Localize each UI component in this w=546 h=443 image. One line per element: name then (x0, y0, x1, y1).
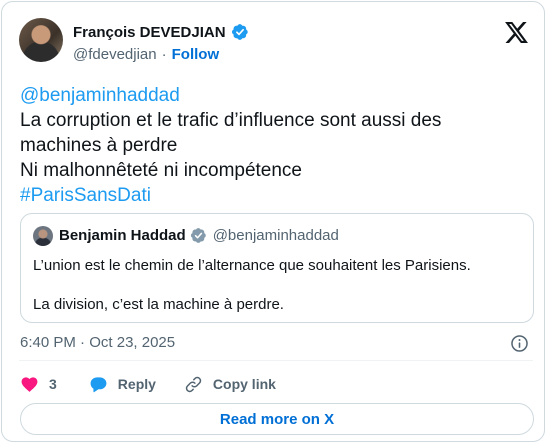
heart-icon (21, 376, 38, 392)
like-count: 3 (49, 376, 57, 392)
verified-badge-icon (190, 228, 206, 243)
copy-link-button[interactable]: Copy link (184, 375, 276, 394)
reply-label: Reply (117, 376, 156, 392)
tweet-date: Oct 23, 2025 (89, 334, 176, 351)
quoted-author-handle: @benjaminhaddad (212, 227, 339, 244)
tweet-text: @benjaminhaddad La corruption et le traf… (20, 83, 530, 208)
follow-button[interactable]: Follow (172, 46, 220, 63)
tweet-time: 6:40 PM (20, 334, 76, 351)
author-name-row: François DEVEDJIAN (73, 23, 249, 41)
tweet-actions: 3 Reply Copy link (20, 373, 276, 395)
tweet-line: Ni malhonnêteté ni incompétence (20, 160, 303, 181)
author-handle-row: @fdevedjian · Follow (73, 46, 219, 63)
x-logo-icon[interactable] (505, 22, 528, 43)
verified-badge-icon (231, 24, 248, 40)
info-icon[interactable] (510, 334, 529, 353)
read-more-button[interactable]: Read more on X (20, 403, 534, 435)
quoted-author-name: Benjamin Haddad (59, 227, 186, 244)
hashtag-link[interactable]: #ParisSansDati (20, 183, 530, 208)
quoted-author-row: Benjamin Haddad @benjaminhaddad (59, 227, 339, 244)
tweet-line: machines à perdre (20, 135, 178, 156)
timestamp-separator: · (80, 334, 86, 351)
quoted-tweet[interactable]: Benjamin Haddad @benjaminhaddad L’union … (20, 213, 534, 323)
embedded-tweet-card: François DEVEDJIAN @fdevedjian · Follow … (1, 1, 545, 442)
speech-bubble-icon (90, 376, 107, 392)
like-button[interactable]: 3 (20, 375, 57, 394)
author-display-name[interactable]: François DEVEDJIAN (73, 24, 226, 41)
mention-link[interactable]: @benjaminhaddad (20, 83, 530, 108)
quoted-paragraph: L’union est le chemin de l’alternance qu… (33, 257, 471, 274)
copy-link-label: Copy link (212, 376, 276, 392)
quoted-tweet-text: L’union est le chemin de l’alternance qu… (33, 256, 471, 315)
quoted-paragraph: La division, c’est la machine à perdre. (33, 296, 284, 313)
handle-separator: · (161, 46, 167, 63)
divider (19, 360, 533, 361)
author-handle[interactable]: @fdevedjian (73, 46, 157, 63)
tweet-line: La corruption et le trafic d’influence s… (20, 110, 442, 131)
link-icon (185, 376, 202, 392)
reply-button[interactable]: Reply (89, 375, 156, 394)
quoted-author-avatar (33, 226, 53, 246)
author-avatar[interactable] (19, 18, 63, 62)
tweet-timestamp[interactable]: 6:40 PM · Oct 23, 2025 (20, 334, 175, 351)
